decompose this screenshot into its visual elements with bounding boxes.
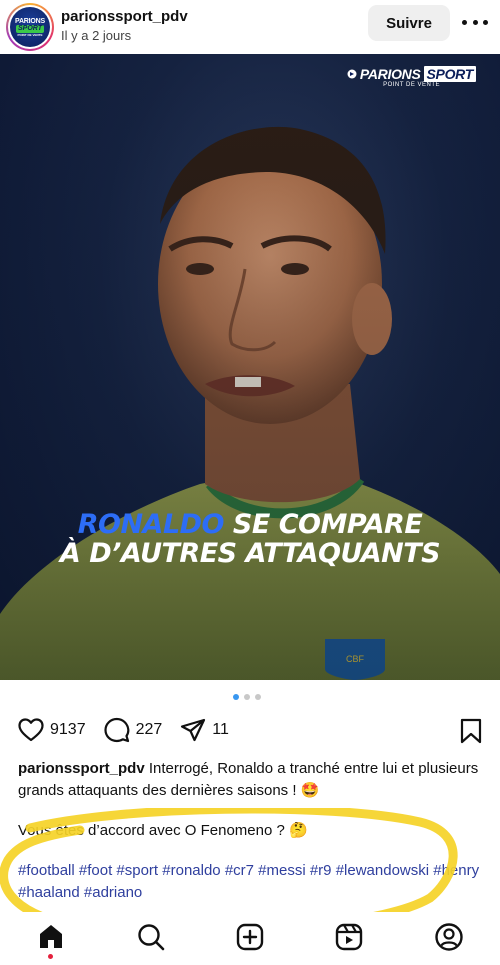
comment-count: 227 (135, 721, 163, 738)
action-bar: 9137 227 11 (18, 716, 247, 744)
carousel-dot-active (233, 694, 239, 700)
headline-line-1: RONALDO SE COMPARE (0, 510, 500, 540)
heart-icon (18, 718, 44, 742)
brand-subtitle: POINT DE VENTE (383, 82, 440, 88)
headline-line-2: À D’AUTRES ATTAQUANTS (59, 538, 441, 569)
profile-icon[interactable] (434, 922, 464, 952)
notification-dot (48, 954, 53, 959)
like-count: 9137 (50, 721, 86, 738)
caption-username[interactable]: parionssport_pdv (18, 760, 145, 777)
caption-text: parionssport_pdv Interrogé, Ronaldo a tr… (18, 758, 482, 802)
search-icon[interactable] (136, 922, 166, 952)
share-count: 11 (212, 721, 229, 738)
post-caption: parionssport_pdv Interrogé, Ronaldo a tr… (18, 758, 482, 904)
send-icon (181, 718, 206, 742)
brand-logo: PARIONS SPORT (347, 66, 476, 82)
post-username[interactable]: parionssport_pdv (61, 8, 188, 25)
carousel-dot (255, 694, 261, 700)
post-header: PARIONS SPORT POINT DE VENTE parionsspor… (0, 0, 500, 54)
like-button[interactable]: 9137 (18, 718, 86, 742)
home-icon[interactable] (36, 922, 66, 950)
comment-button[interactable]: 227 (103, 717, 163, 743)
carousel-dot (244, 694, 250, 700)
post-image[interactable]: CBF PARIONSSPORT POINT DE VENTE RONALDO … (0, 54, 500, 680)
post-timestamp: Il y a 2 jours (61, 28, 132, 43)
create-icon[interactable] (235, 922, 265, 952)
brand-mark-icon (347, 69, 357, 79)
share-button[interactable]: 11 (180, 718, 229, 742)
player-photo: CBF (0, 54, 500, 680)
comment-icon (103, 717, 130, 743)
bottom-navigation (0, 912, 500, 965)
carousel-indicator (233, 694, 261, 700)
headline-highlight: RONALDO (77, 509, 225, 540)
more-options-icon[interactable] (462, 12, 488, 32)
headline-rest: SE COMPARE (224, 509, 423, 540)
avatar[interactable]: PARIONS SPORT POINT DE VENTE (6, 3, 54, 51)
parions-sport-logo-icon: PARIONS SPORT POINT DE VENTE (10, 7, 50, 47)
bookmark-icon[interactable] (460, 718, 482, 744)
caption-hashtags[interactable]: #football #foot #sport #ronaldo #cr7 #me… (18, 860, 482, 904)
follow-button[interactable]: Suivre (368, 5, 450, 41)
caption-question: Vous êtes d’accord avec O Fenomeno ? 🤔 (18, 822, 308, 839)
reels-icon[interactable] (334, 922, 364, 952)
